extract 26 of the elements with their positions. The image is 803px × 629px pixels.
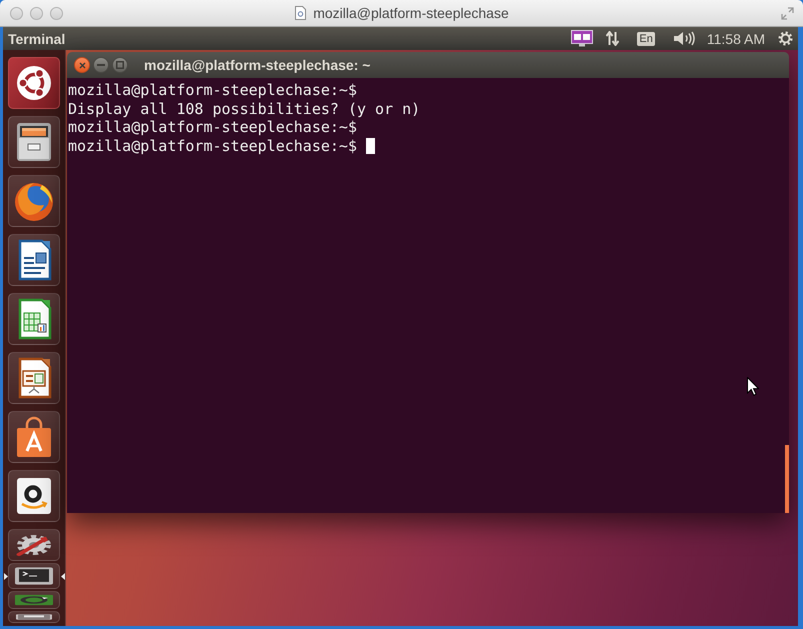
block-cursor-icon [366, 138, 375, 154]
maximize-button[interactable] [112, 57, 128, 73]
minimize-button[interactable] [93, 57, 109, 73]
terminal-line: mozilla@platform-steeplechase:~$ [68, 136, 357, 155]
mouse-pointer-icon [747, 377, 759, 396]
terminal-title: mozilla@platform-steeplechase: ~ [144, 57, 370, 73]
keyboard-layout-indicator[interactable]: En [637, 32, 655, 46]
launcher-button[interactable] [8, 57, 60, 109]
network-arrows-icon[interactable] [606, 31, 620, 46]
window-title: mozilla@platform-steeplechase [313, 5, 509, 21]
maximize-icon [116, 61, 124, 69]
document-icon [295, 6, 306, 20]
close-button[interactable] [74, 57, 90, 73]
gear-icon[interactable] [778, 31, 793, 46]
minimize-icon [97, 64, 105, 66]
clock[interactable]: 11:58 AM [706, 30, 765, 46]
terminal-line: mozilla@platform-steeplechase:~$ [68, 118, 357, 136]
app-name: Terminal [8, 30, 66, 46]
volume-icon[interactable] [672, 31, 695, 46]
sync-icon [12, 594, 56, 606]
terminal-line: mozilla@platform-steeplechase:~$ [68, 81, 357, 100]
terminal-icon [12, 566, 56, 586]
scrollbar-thumb[interactable] [785, 445, 789, 513]
display-icon[interactable] [571, 30, 594, 47]
close-icon [78, 62, 86, 68]
terminal-line: Display all 108 possibilities? (y or n) [68, 100, 420, 118]
